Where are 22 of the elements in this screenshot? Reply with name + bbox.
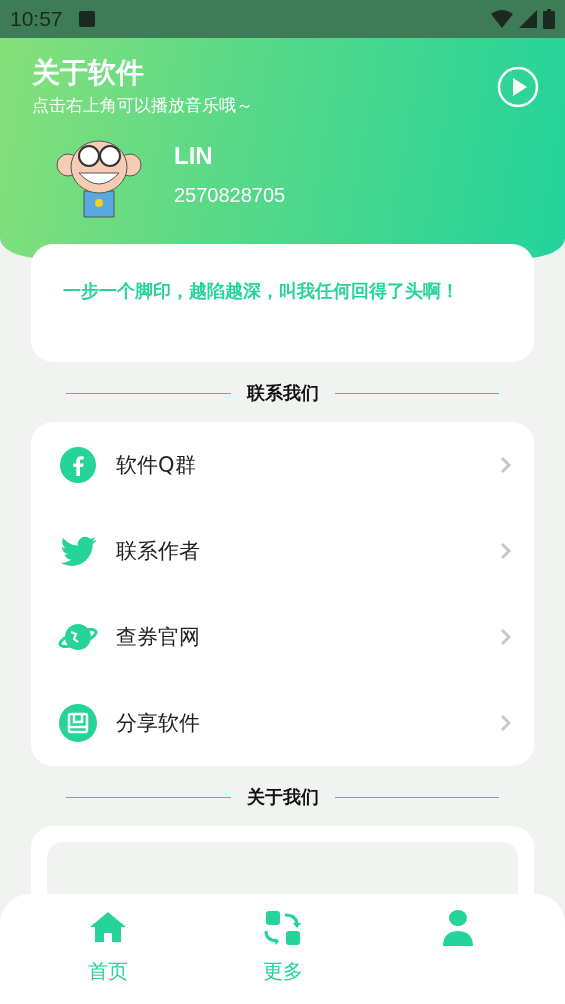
- chevron-right-icon: [500, 542, 512, 560]
- wifi-icon: [491, 10, 513, 28]
- clock: 10:57: [10, 7, 63, 31]
- play-button[interactable]: [497, 66, 539, 108]
- section-heading: 关于我们: [246, 785, 319, 809]
- chevron-right-icon: [500, 714, 512, 732]
- user-name: LIN: [174, 141, 214, 170]
- subtitle: 点击右上角可以播放音乐哦～: [32, 94, 253, 117]
- refresh-grid-icon: [262, 908, 303, 948]
- motto-text: 一步一个脚印，越陷越深，叫我任何回得了头啊！: [63, 279, 460, 303]
- account-number: 2570828705: [174, 183, 286, 207]
- section-heading: 联系我们: [246, 381, 319, 405]
- chevron-right-icon: [500, 456, 512, 474]
- signal-icon: [519, 10, 537, 28]
- contact-list-item[interactable]: 软件Q群: [31, 422, 534, 508]
- contact-list-item[interactable]: 查券官网: [31, 594, 534, 680]
- battery-icon: [543, 9, 555, 29]
- facebook-icon: [58, 445, 98, 485]
- chevron-right-icon: [500, 628, 512, 646]
- contact-list-item[interactable]: 联系作者: [31, 508, 534, 594]
- page-title: 关于软件: [32, 55, 145, 91]
- contact-list-item[interactable]: 分享软件: [31, 680, 534, 766]
